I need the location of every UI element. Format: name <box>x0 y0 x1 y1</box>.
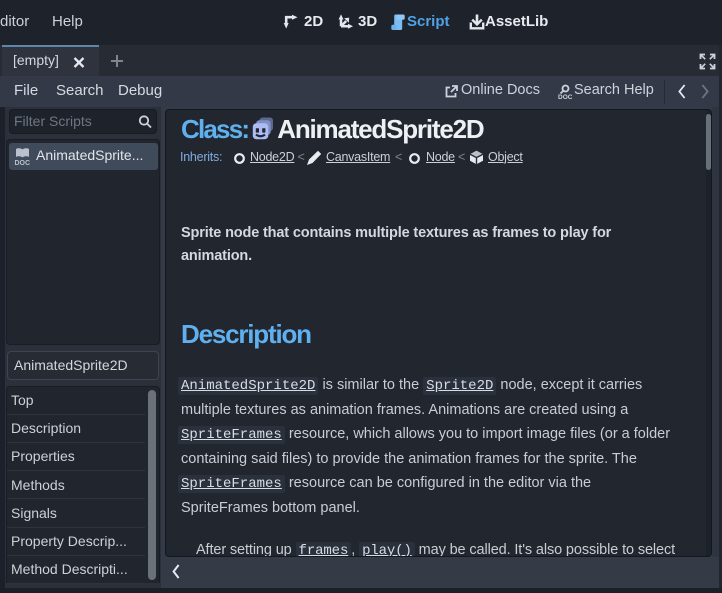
svg-text:DOC: DOC <box>558 94 572 100</box>
svg-text:DOC: DOC <box>15 160 31 166</box>
